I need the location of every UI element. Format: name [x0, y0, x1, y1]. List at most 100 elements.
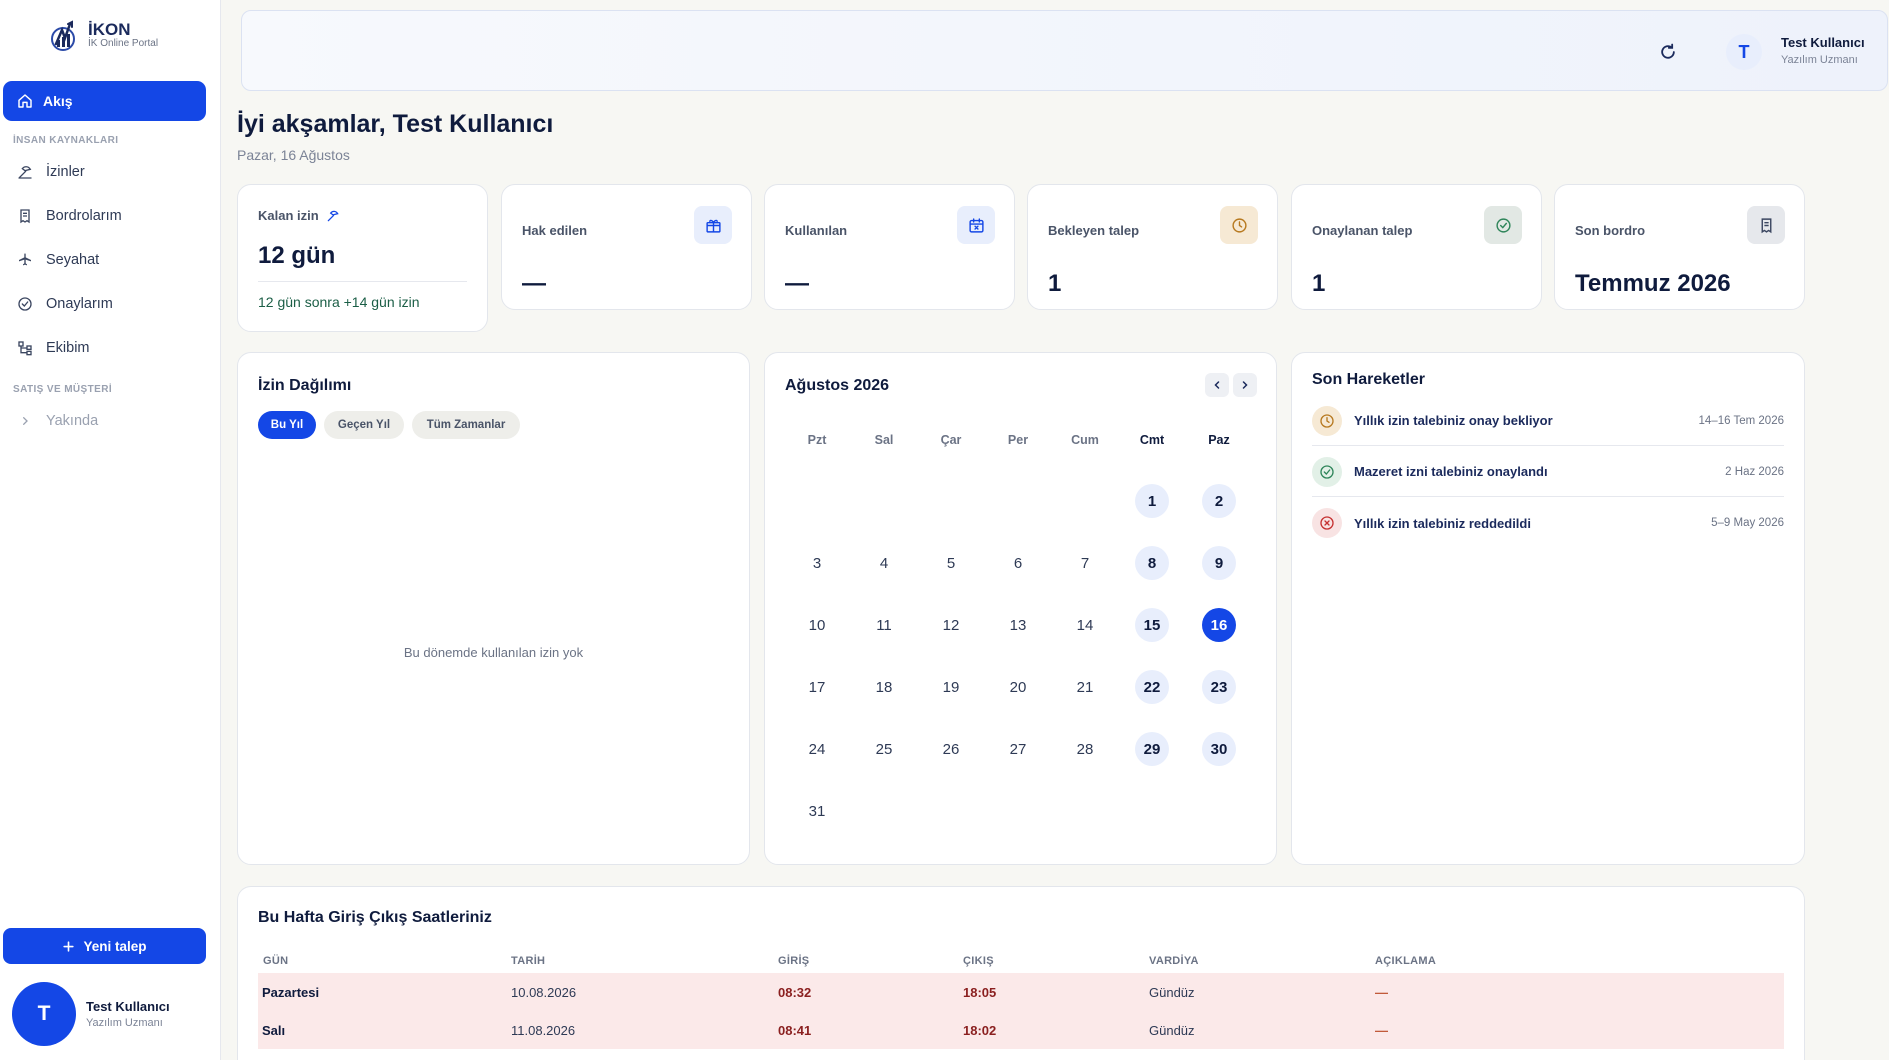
- panel-title: Son Hareketler: [1312, 371, 1425, 388]
- calendar-day[interactable]: 15: [1135, 608, 1169, 642]
- calendar-day[interactable]: 2: [1202, 484, 1236, 518]
- list-item[interactable]: Yıllık izin talebiniz reddedildi 5–9 May…: [1312, 498, 1784, 548]
- stat-value: —: [522, 270, 546, 297]
- avatar: T: [12, 982, 76, 1046]
- calendar-day[interactable]: 18: [867, 670, 901, 704]
- sidebar-item-izinler[interactable]: İzinler: [3, 153, 206, 191]
- calendar-day[interactable]: 10: [800, 608, 834, 642]
- sidebar-item-label: Onaylarım: [46, 296, 113, 312]
- cell-day: Salı: [262, 1023, 286, 1038]
- calendar-day[interactable]: 12: [934, 608, 968, 642]
- calendar-day[interactable]: 28: [1068, 732, 1102, 766]
- stat-value: —: [785, 270, 809, 297]
- calendar-day[interactable]: 27: [1001, 732, 1035, 766]
- stat-card-approved: Onaylanan talep 1: [1291, 184, 1542, 310]
- sidebar-item-label: Ekibim: [46, 340, 90, 356]
- logo-icon: [51, 20, 75, 51]
- column-header: TARİH: [511, 955, 546, 967]
- calendar-day[interactable]: 9: [1202, 546, 1236, 580]
- calendar-day[interactable]: 7: [1068, 546, 1102, 580]
- calendar-day[interactable]: 6: [1001, 546, 1035, 580]
- sidebar-item-bordrolarim[interactable]: Bordrolarım: [3, 197, 206, 235]
- sidebar-user[interactable]: T Test Kullanıcı Yazılım Uzmanı: [12, 982, 170, 1046]
- stat-value: 1: [1048, 270, 1062, 297]
- calendar-day[interactable]: 24: [800, 732, 834, 766]
- panel-title: İzin Dağılımı: [258, 377, 352, 394]
- calendar-day[interactable]: 25: [867, 732, 901, 766]
- gift-icon: [705, 219, 721, 233]
- stat-label: Bekleyen talep: [1048, 223, 1140, 238]
- current-date: Pazar, 16 Ağustos: [237, 147, 350, 163]
- calendar-day[interactable]: 26: [934, 732, 968, 766]
- sidebar-item-label: Bordrolarım: [46, 208, 122, 224]
- clock-icon: [1320, 413, 1334, 428]
- cell-out: 18:02: [963, 1023, 997, 1038]
- check-circle-icon: [18, 297, 32, 311]
- prev-month-button[interactable]: [1205, 373, 1229, 397]
- stat-card-used: Kullanılan —: [764, 184, 1015, 310]
- weekday-label: Cum: [1071, 433, 1099, 447]
- cell-shift: Gündüz: [1149, 985, 1195, 1000]
- calendar-day[interactable]: 22: [1135, 670, 1169, 704]
- user-name: Test Kullanıcı: [86, 999, 170, 1014]
- sidebar-item-label: Akış: [43, 93, 73, 109]
- next-month-button[interactable]: [1233, 373, 1257, 397]
- cell-in: 08:32: [778, 985, 812, 1000]
- refresh-icon[interactable]: [1658, 42, 1678, 62]
- filter-all-time[interactable]: Tüm Zamanlar: [412, 411, 520, 439]
- plus-icon: [63, 940, 75, 952]
- calendar-day[interactable]: 30: [1202, 732, 1236, 766]
- calendar-day[interactable]: 13: [1001, 608, 1035, 642]
- calendar-day[interactable]: 23: [1202, 670, 1236, 704]
- list-item[interactable]: Yıllık izin talebiniz onay bekliyor 14–1…: [1312, 396, 1784, 446]
- calendar-day[interactable]: 21: [1068, 670, 1102, 704]
- new-request-label: Yeni talep: [83, 938, 147, 954]
- status-icon-box: [1312, 456, 1342, 487]
- table-row[interactable]: Salı 11.08.2026 08:41 18:02 Gündüz —: [258, 1011, 1784, 1049]
- stat-icon-box: [694, 206, 732, 244]
- activity-date: 14–16 Tem 2026: [1698, 414, 1784, 427]
- calendar-day[interactable]: 20: [1001, 670, 1035, 704]
- calendar-day[interactable]: 31: [800, 794, 834, 828]
- list-item[interactable]: Mazeret izni talebiniz onaylandı 2 Haz 2…: [1312, 447, 1784, 497]
- calendar-day[interactable]: 14: [1068, 608, 1102, 642]
- calendar-day[interactable]: 4: [867, 546, 901, 580]
- calendar-day[interactable]: 1: [1135, 484, 1169, 518]
- calendar-day[interactable]: 19: [934, 670, 968, 704]
- new-request-button[interactable]: Yeni talep: [3, 928, 206, 964]
- calendar-day[interactable]: 5: [934, 546, 968, 580]
- filter-this-year[interactable]: Bu Yıl: [258, 411, 316, 439]
- avatar[interactable]: T: [1726, 34, 1762, 70]
- page-title: İyi akşamlar, Test Kullanıcı: [237, 110, 554, 138]
- column-header: VARDİYA: [1149, 955, 1199, 967]
- stat-icon-box: [1747, 206, 1785, 244]
- section-label-hr: İNSAN KAYNAKLARI: [13, 135, 119, 146]
- attendance-panel: Bu Hafta Giriş Çıkış Saatleriniz GÜN TAR…: [237, 886, 1805, 1060]
- chevron-right-icon: [22, 417, 28, 425]
- calendar-day[interactable]: 17: [800, 670, 834, 704]
- sidebar-item-onaylarim[interactable]: Onaylarım: [3, 285, 206, 323]
- sidebar-item-ekibim[interactable]: Ekibim: [3, 329, 206, 367]
- user-role: Yazılım Uzmanı: [86, 1017, 163, 1029]
- sidebar-item-akis[interactable]: Akış: [3, 81, 206, 121]
- column-header: GÜN: [263, 955, 289, 967]
- user-name: Test Kullanıcı: [1781, 35, 1865, 50]
- filter-last-year[interactable]: Geçen Yıl: [324, 411, 404, 439]
- weekday-label: Çar: [940, 433, 962, 447]
- status-icon-box: [1312, 405, 1342, 436]
- column-header: AÇIKLAMA: [1375, 955, 1437, 967]
- calendar-day[interactable]: 11: [867, 608, 901, 642]
- activity-date: 2 Haz 2026: [1725, 465, 1784, 478]
- cell-out: 18:05: [963, 985, 997, 1000]
- calendar-day-today[interactable]: 16: [1202, 608, 1236, 642]
- chevron-left-icon: [1214, 381, 1220, 389]
- weekday-label: Per: [1007, 433, 1029, 447]
- brand-logo[interactable]: İKON İK Online Portal: [48, 16, 158, 54]
- cell-date: 10.08.2026: [511, 985, 577, 1000]
- column-header: GİRİŞ: [778, 955, 810, 967]
- calendar-day[interactable]: 29: [1135, 732, 1169, 766]
- calendar-day[interactable]: 3: [800, 546, 834, 580]
- table-row[interactable]: Pazartesi 10.08.2026 08:32 18:05 Gündüz …: [258, 973, 1784, 1011]
- sidebar-item-seyahat[interactable]: Seyahat: [3, 241, 206, 279]
- calendar-day[interactable]: 8: [1135, 546, 1169, 580]
